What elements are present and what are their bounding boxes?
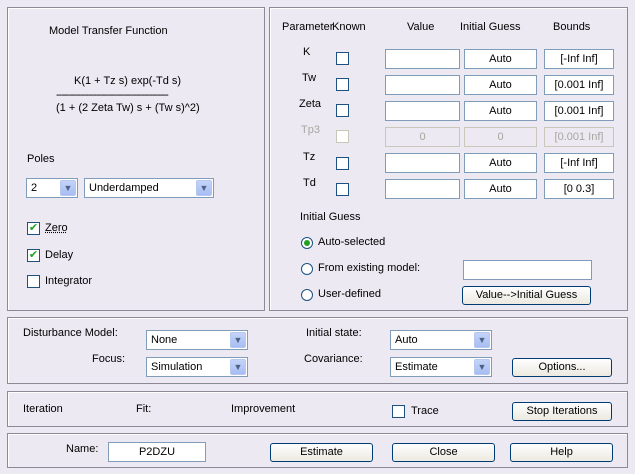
options-button[interactable]: Options... [512, 358, 612, 377]
estimate-button[interactable]: Estimate [270, 443, 373, 462]
known-checkbox[interactable] [336, 183, 349, 196]
bounds-field[interactable]: [0.001 Inf] [544, 75, 614, 95]
known-checkbox[interactable] [336, 78, 349, 91]
poles-value: 2 [31, 182, 38, 194]
guess-field[interactable]: Auto [464, 179, 537, 199]
focus-label: Focus: [92, 353, 126, 365]
radio-existing-label: From existing model: [318, 262, 421, 274]
bounds-field: [0.001 Inf] [544, 127, 614, 147]
param-name: Tz [303, 151, 316, 163]
stop-iterations-button[interactable]: Stop Iterations [512, 402, 612, 421]
damping-value: Underdamped [89, 182, 159, 194]
initial-state-select[interactable]: Auto ▼ [390, 330, 492, 350]
value-field[interactable] [385, 49, 460, 69]
damping-select[interactable]: Underdamped ▼ [84, 178, 214, 198]
param-name: K [303, 46, 311, 58]
model-transfer-panel: Model Transfer Function K(1 + Tz s) exp(… [7, 7, 265, 311]
name-field[interactable]: P2DZU [108, 442, 206, 462]
help-button[interactable]: Help [510, 443, 613, 462]
value-to-guess-button[interactable]: Value-->Initial Guess [462, 286, 591, 305]
delay-checkbox[interactable]: ✔ [27, 249, 40, 262]
delay-label: Delay [45, 249, 74, 261]
existing-model-field[interactable] [463, 260, 592, 280]
initial-state-label: Initial state: [306, 327, 362, 339]
radio-user-label: User-defined [318, 288, 381, 300]
tf-divider: ----------------------------------------… [56, 89, 169, 101]
guess-field[interactable]: Auto [464, 101, 537, 121]
zero-label: Zero [45, 222, 68, 234]
close-button[interactable]: Close [392, 443, 495, 462]
iteration-panel: Iteration Fit: Improvement Trace Stop It… [7, 391, 628, 427]
known-checkbox[interactable] [336, 157, 349, 170]
radio-auto-selected[interactable] [301, 237, 313, 249]
value-field[interactable] [385, 75, 460, 95]
trace-checkbox[interactable] [392, 405, 405, 418]
bounds-field[interactable]: [0 0.3] [544, 179, 614, 199]
radio-from-existing[interactable] [301, 263, 313, 275]
poles-label: Poles [27, 153, 55, 165]
header-initial-guess: Initial Guess [460, 21, 521, 33]
value-field: 0 [385, 127, 460, 147]
disturbance-value: None [151, 334, 178, 346]
param-name: Tw [302, 72, 317, 84]
integrator-label: Integrator [45, 275, 93, 287]
zero-checkbox[interactable]: ✔ [27, 222, 40, 235]
header-parameter: Parameter [282, 21, 334, 33]
guess-field[interactable]: Auto [464, 49, 537, 69]
trace-label: Trace [411, 405, 439, 417]
header-bounds: Bounds [553, 21, 591, 33]
chevron-down-icon: ▼ [474, 359, 490, 375]
param-name: Tp3 [301, 124, 320, 136]
tf-numerator: K(1 + Tz s) exp(-Td s) [74, 75, 182, 87]
chevron-down-icon: ▼ [230, 332, 246, 348]
focus-select[interactable]: Simulation ▼ [146, 357, 248, 377]
value-field[interactable] [385, 153, 460, 173]
focus-value: Simulation [151, 361, 203, 373]
bounds-field[interactable]: [-Inf Inf] [544, 49, 614, 69]
covariance-select[interactable]: Estimate ▼ [390, 357, 492, 377]
integrator-checkbox[interactable] [27, 275, 40, 288]
param-name: Td [303, 177, 316, 189]
footer-panel: Name: P2DZU Estimate Close Help [7, 433, 628, 468]
disturbance-label: Disturbance Model: [23, 327, 118, 339]
covariance-label: Covariance: [304, 353, 363, 365]
covariance-value: Estimate [395, 361, 438, 373]
known-checkbox[interactable] [336, 104, 349, 117]
bounds-field[interactable]: [0.001 Inf] [544, 101, 614, 121]
initial-state-value: Auto [395, 334, 418, 346]
known-checkbox [336, 130, 349, 143]
chevron-down-icon: ▼ [230, 359, 246, 375]
iteration-label: Iteration [23, 403, 63, 415]
chevron-down-icon: ▼ [196, 180, 212, 196]
initial-guess-label: Initial Guess [300, 211, 361, 223]
settings-panel: Disturbance Model: None ▼ Focus: Simulat… [7, 317, 628, 384]
value-field[interactable] [385, 179, 460, 199]
guess-field[interactable]: Auto [464, 153, 537, 173]
tf-denominator: (1 + (2 Zeta Tw) s + (Tw s)^2) [56, 102, 200, 114]
improvement-label: Improvement [231, 403, 296, 415]
value-field[interactable] [385, 101, 460, 121]
guess-field[interactable]: Auto [464, 75, 537, 95]
known-checkbox[interactable] [336, 52, 349, 65]
radio-auto-label: Auto-selected [318, 236, 386, 248]
fit-label: Fit: [136, 403, 152, 415]
name-label: Name: [66, 443, 99, 455]
header-known: Known [332, 21, 366, 33]
model-title: Model Transfer Function [49, 25, 168, 37]
bounds-field[interactable]: [-Inf Inf] [544, 153, 614, 173]
parameters-panel: Parameter Known Value Initial Guess Boun… [269, 7, 628, 311]
poles-select[interactable]: 2 ▼ [26, 178, 78, 198]
radio-user-defined[interactable] [301, 289, 313, 301]
disturbance-select[interactable]: None ▼ [146, 330, 248, 350]
header-value: Value [407, 21, 435, 33]
chevron-down-icon: ▼ [474, 332, 490, 348]
guess-field: 0 [464, 127, 537, 147]
param-name: Zeta [299, 98, 322, 110]
chevron-down-icon: ▼ [60, 180, 76, 196]
